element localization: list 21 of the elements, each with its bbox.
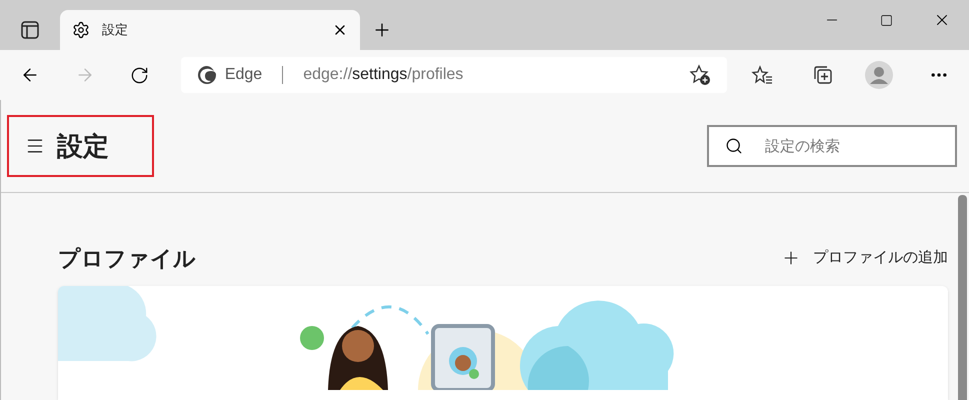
swirl-icon xyxy=(196,65,217,85)
search-field[interactable]: 設定の検索 xyxy=(707,125,957,167)
url-text: edge:// xyxy=(303,65,352,85)
url-text: settings xyxy=(352,65,408,85)
search-icon xyxy=(725,137,743,155)
collections-icon[interactable] xyxy=(813,65,834,85)
star-plus-icon[interactable] xyxy=(689,64,712,86)
scrollbar[interactable] xyxy=(958,195,967,400)
refresh-icon[interactable] xyxy=(130,66,150,84)
browser-tab[interactable]: 設定 xyxy=(60,10,360,50)
section-title: プロファイル xyxy=(58,244,196,272)
maximize-icon[interactable] xyxy=(880,14,893,26)
gear-icon xyxy=(72,21,90,39)
address-bar[interactable]: Edge edge://settings/profiles xyxy=(180,57,728,93)
tab-title: 設定 xyxy=(102,21,129,40)
site-label: Edge xyxy=(224,65,262,85)
avatar-icon[interactable] xyxy=(865,61,894,89)
favorites-icon[interactable] xyxy=(751,65,774,85)
url-text: /profiles xyxy=(407,65,464,85)
add-profile-button[interactable]: プロファイルの追加 xyxy=(781,246,948,270)
page-title: 設定 xyxy=(57,130,109,162)
